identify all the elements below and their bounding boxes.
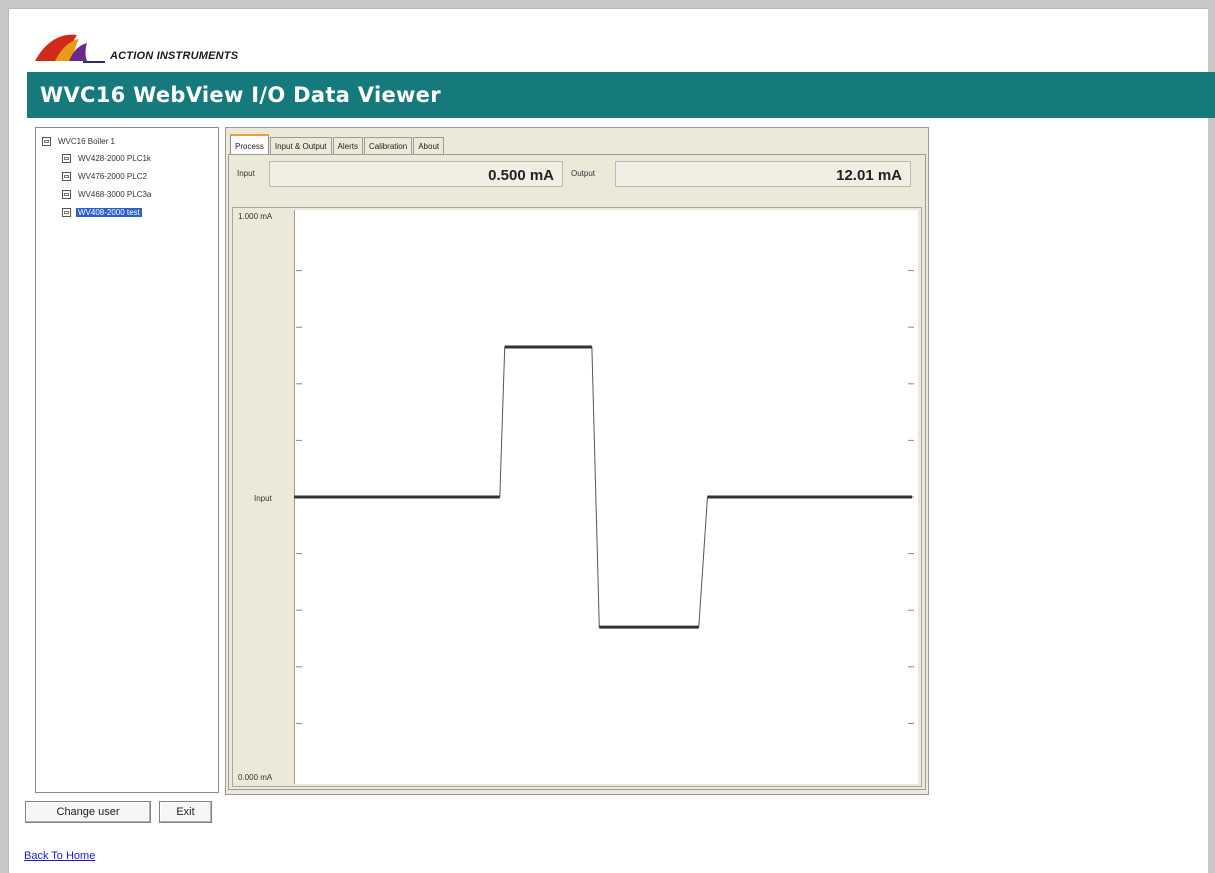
input-readout-label: Input — [237, 169, 255, 178]
page-title: WVC16 WebView I/O Data Viewer — [40, 83, 441, 107]
tree-item[interactable]: WV476-2000 PLC2 — [62, 170, 149, 182]
output-readout-box: 12.01 mA — [615, 161, 911, 187]
tree-item-label: WV408-2000 test — [76, 207, 142, 217]
y-max-label: 1.000 mA — [238, 212, 273, 221]
title-bar: WVC16 WebView I/O Data Viewer — [27, 72, 1215, 118]
input-readout-box: 0.500 mA — [269, 161, 563, 187]
tree-item-label: WV476-2000 PLC2 — [78, 171, 147, 181]
device-tree[interactable]: WVC16 Boiler 1 WV428-2000 PLC1k WV476-20… — [35, 127, 219, 793]
tab-process[interactable]: Process — [230, 134, 269, 156]
input-readout-value: 0.500 mA — [488, 167, 554, 184]
device-icon — [62, 207, 71, 217]
device-icon — [62, 171, 71, 181]
tree-item[interactable]: WV428-2000 PLC1k — [62, 152, 153, 164]
tab-input-output[interactable]: Input & Output — [269, 137, 332, 155]
y-min-label: 0.000 mA — [238, 773, 273, 782]
tree-root-label: WVC16 Boiler 1 — [58, 136, 115, 146]
logo: ACTION INSTRUMENTS — [33, 29, 293, 69]
tab-calibration[interactable]: Calibration — [363, 137, 413, 155]
logo-swoosh-icon — [35, 34, 105, 63]
tab-alerts[interactable]: Alerts — [332, 137, 363, 155]
process-tab-content: Input 0.500 mA Output 12.01 mA 1.000 mA … — [228, 154, 926, 790]
series-label: Input — [254, 494, 272, 503]
viewer-panel: Process Input & Output Alerts Calibratio… — [225, 127, 929, 795]
chart-plot-area — [294, 210, 918, 784]
device-icon — [42, 136, 51, 146]
tree-item[interactable]: WV468-3000 PLC3a — [62, 188, 153, 200]
output-readout-value: 12.01 mA — [836, 167, 902, 184]
brand-name: ACTION INSTRUMENTS — [110, 50, 239, 62]
back-to-home-link[interactable]: Back To Home — [24, 850, 95, 862]
change-user-button[interactable]: Change user — [25, 801, 151, 823]
tree-item-label: WV428-2000 PLC1k — [78, 153, 151, 163]
exit-button[interactable]: Exit — [159, 801, 212, 823]
device-icon — [62, 189, 71, 199]
trend-chart: 1.000 mA Input 0.000 mA — [232, 207, 922, 787]
tree-item-label: WV468-3000 PLC3a — [78, 189, 152, 199]
tab-about[interactable]: About — [413, 137, 445, 155]
device-icon — [62, 153, 71, 163]
output-readout-label: Output — [571, 169, 596, 178]
tab-strip: Process Input & Output Alerts Calibratio… — [230, 134, 445, 156]
tree-root[interactable]: WVC16 Boiler 1 — [42, 135, 117, 147]
tree-item-selected[interactable]: WV408-2000 test — [62, 206, 142, 218]
page-frame: ACTION INSTRUMENTS WVC16 WebView I/O Dat… — [8, 8, 1215, 873]
